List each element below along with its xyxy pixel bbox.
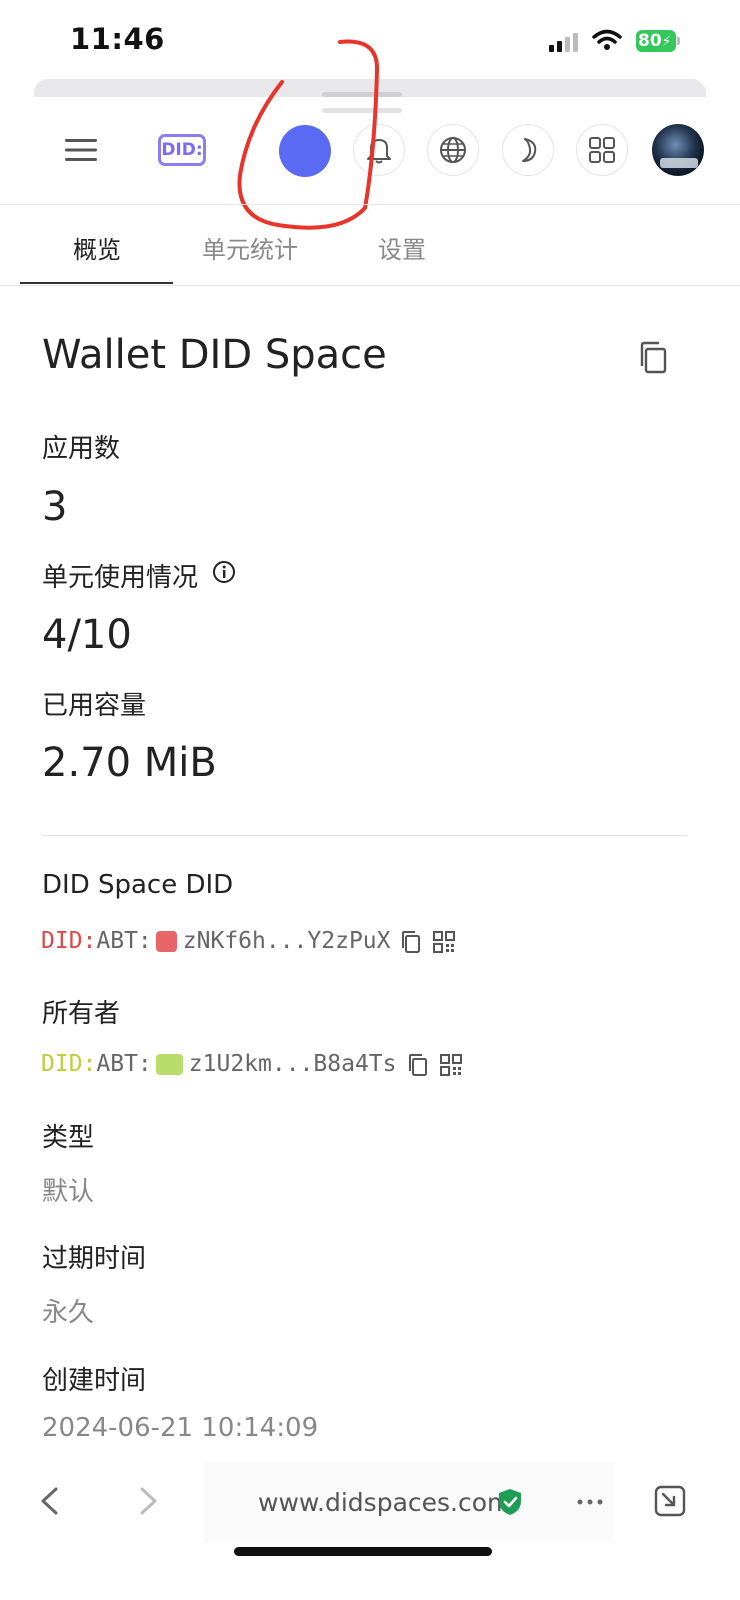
apps-button[interactable] <box>576 124 628 176</box>
more-options-icon[interactable] <box>576 1498 604 1506</box>
owner-did-prefix: DID: <box>41 1051 97 1077</box>
active-tab-indicator <box>20 282 173 284</box>
home-indicator[interactable] <box>234 1547 492 1556</box>
created-label: 创建时间 <box>42 1366 147 1396</box>
forward-icon[interactable] <box>138 1486 160 1516</box>
used-capacity-value: 2.70 MiB <box>42 740 217 786</box>
copy-did-icon[interactable] <box>400 930 422 954</box>
language-button[interactable] <box>427 124 479 176</box>
red-annotation-stroke <box>237 39 380 230</box>
battery-cap <box>677 37 680 45</box>
status-time: 11:46 <box>70 22 165 56</box>
unit-usage-label: 单元使用情况 <box>42 557 198 594</box>
tabs-divider <box>0 285 740 286</box>
space-did-label: DID Space DID <box>42 870 234 900</box>
type-value: 默认 <box>42 1177 95 1207</box>
apps-count-label: 应用数 <box>42 434 121 464</box>
did-logo[interactable]: DID: <box>158 134 206 166</box>
used-capacity-label: 已用容量 <box>42 691 147 721</box>
expire-label: 过期时间 <box>42 1244 147 1274</box>
did-method: ABT: <box>96 928 152 954</box>
url-text[interactable]: www.didspaces.com <box>258 1488 511 1517</box>
owner-label: 所有者 <box>42 999 121 1029</box>
cellular-signal-icon <box>549 33 578 52</box>
moon-icon <box>522 138 537 162</box>
owner-did-value[interactable]: DID: ABT: z1U2km...B8a4Ts <box>41 1051 397 1077</box>
owner-did-method: ABT: <box>96 1051 152 1077</box>
owner-did-avatar <box>155 1053 183 1075</box>
did-short: zNKf6h...Y2zPuX <box>182 928 391 954</box>
apps-count-value: 3 <box>42 484 68 530</box>
unit-usage-text: 单元使用情况 <box>42 563 199 593</box>
owner-qrcode-icon[interactable] <box>440 1054 462 1076</box>
header-divider <box>0 204 740 205</box>
created-value: 2024-06-21 10:14:09 <box>42 1413 319 1443</box>
tab-settings[interactable]: 设置 <box>378 230 426 265</box>
theme-toggle-button[interactable] <box>502 124 554 176</box>
battery-indicator: 80⚡ <box>636 30 676 52</box>
qrcode-icon[interactable] <box>433 931 455 953</box>
section-divider <box>42 835 687 836</box>
did-prefix: DID: <box>41 928 97 954</box>
grid-icon <box>589 137 615 163</box>
type-label: 类型 <box>42 1123 95 1153</box>
copy-owner-icon[interactable] <box>407 1053 429 1077</box>
expire-value: 永久 <box>42 1298 95 1328</box>
info-icon[interactable] <box>212 560 236 584</box>
tab-overview[interactable]: 概览 <box>73 230 121 265</box>
owner-did-short: z1U2km...B8a4Ts <box>188 1051 397 1077</box>
copy-icon[interactable] <box>638 341 668 375</box>
page-title: Wallet DID Space <box>42 332 387 378</box>
secure-shield-icon <box>499 1489 521 1515</box>
globe-icon <box>440 137 466 163</box>
did-avatar <box>155 930 177 952</box>
unit-usage-value: 4/10 <box>42 612 132 658</box>
user-avatar[interactable] <box>652 124 704 176</box>
battery-level: 80 <box>638 31 662 51</box>
minimize-icon[interactable] <box>654 1485 686 1517</box>
avatar-detail <box>660 158 698 168</box>
menu-icon[interactable] <box>65 138 97 162</box>
wifi-icon <box>592 29 622 50</box>
back-icon[interactable] <box>38 1486 60 1516</box>
tab-unit-stats[interactable]: 单元统计 <box>202 230 298 265</box>
space-did-value[interactable]: DID: ABT: zNKf6h...Y2zPuX <box>41 928 391 954</box>
